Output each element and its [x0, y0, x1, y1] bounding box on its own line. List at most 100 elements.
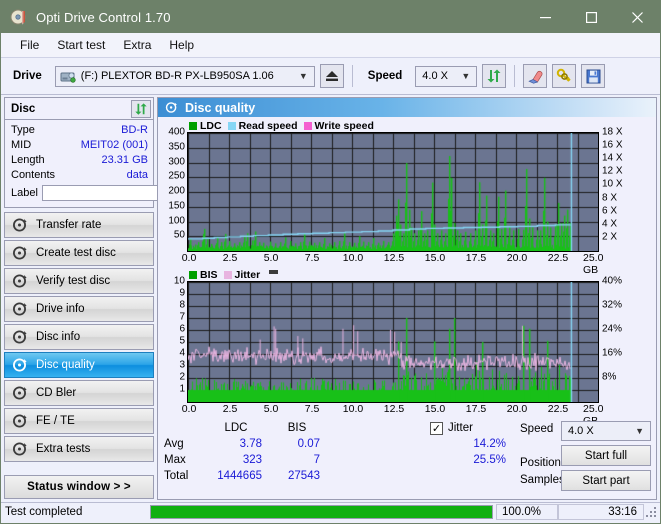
x-tick-label: 2.5 [222, 252, 238, 264]
stats-row-label-total: Total [164, 470, 189, 482]
ldc-plot-area[interactable] [187, 132, 599, 252]
maximize-button[interactable] [568, 1, 614, 33]
start-full-button[interactable]: Start full [561, 445, 651, 466]
disc-test-icon [12, 413, 28, 429]
sidebar-item-verify-test-disc[interactable]: Verify test disc [4, 268, 154, 294]
menu-start-test[interactable]: Start test [48, 35, 114, 55]
y2-tick-label: 40% [602, 275, 623, 287]
resize-grip[interactable] [644, 505, 658, 519]
disc-refresh-button[interactable] [131, 99, 151, 118]
panel-title: Disc quality [185, 100, 256, 115]
disc-quality-icon [165, 101, 178, 114]
speed-select[interactable]: 4.0 X ▼ [415, 65, 478, 87]
application-window: Opti Drive Control 1.70 File Start test … [0, 0, 661, 524]
disc-test-icon [12, 441, 28, 457]
y-tick-label: 300 [168, 156, 185, 167]
sidebar-item-disc-info[interactable]: Disc info [4, 324, 154, 350]
stats-max-bis: 7 [313, 454, 320, 466]
y2-tick-label: 16% [602, 347, 623, 359]
stats-total-bis: 27543 [288, 470, 320, 482]
jitter-checkbox[interactable]: ✓ [430, 421, 443, 435]
disc-test-icon [12, 385, 28, 401]
drive-select[interactable]: (F:) PLEXTOR BD-R PX-LB950SA 1.06 ▼ [54, 65, 315, 87]
disc-length-label: Length [11, 153, 45, 166]
ldc-x-axis: 0.0 2.5 5.0 7.5 10.0 12.5 15.0 17.5 20.0 22.5 25.0… [182, 252, 631, 276]
y-tick-label: 10 [173, 275, 185, 287]
disc-test-icon [12, 329, 28, 345]
bis-plot-area[interactable] [187, 281, 599, 403]
bis-y-axis-right: 8% 16% 24% 32% 40% [599, 276, 652, 401]
speed-label: Speed [367, 70, 403, 82]
stats-total-ldc: 1444665 [217, 470, 262, 482]
disc-quality-header: Disc quality [158, 98, 656, 117]
legend-swatch [223, 270, 232, 279]
bis-x-axis: 0.0 2.5 5.0 7.5 10.0 12.5 15.0 17.5 20.0 22.5 25.0… [182, 403, 631, 427]
jitter-label: Jitter [448, 422, 473, 434]
sidebar-item-label: FE / TE [36, 415, 75, 427]
ldc-chart-legend: LDC Read speed Write speed [161, 119, 652, 132]
status-bar: Test completed 100.0% 33:16 [1, 502, 660, 521]
sidebar-item-extra-tests[interactable]: Extra tests [4, 436, 154, 462]
chevron-down-icon: ▼ [635, 426, 644, 436]
save-button[interactable] [581, 64, 606, 88]
x-tick-label: 12.5 [383, 403, 405, 415]
status-window-button[interactable]: Status window > > [4, 475, 154, 499]
bis-y-axis-left: 1 2 3 4 5 6 7 8 9 10 [161, 276, 187, 401]
sidebar: Disc Type BD-R MID MEIT02 (001) Length 2… [1, 95, 246, 502]
charts-container: LDC Read speed Write speed 50 100 150 20… [158, 117, 656, 428]
minimize-button[interactable] [522, 1, 568, 33]
disc-panel-header: Disc [5, 98, 153, 120]
drive-select-value: (F:) PLEXTOR BD-R PX-LB950SA 1.06 [80, 70, 274, 82]
sidebar-item-label: Create test disc [36, 247, 116, 259]
sidebar-item-drive-info[interactable]: Drive info [4, 296, 154, 322]
sidebar-item-disc-quality[interactable]: Disc quality [4, 352, 154, 378]
ldc-y-axis-right: 2 X4 X6 X8 X 10 X 12 X 14 X 16 X 18 X [599, 127, 652, 250]
jitter-avg-value: 14.2% [473, 438, 506, 450]
y2-tick-label: 8% [602, 371, 617, 383]
y2-tick-label: 12 X [602, 165, 623, 177]
disc-type-label: Type [11, 123, 35, 136]
disc-mid-value: MEIT02 (001) [80, 138, 148, 151]
disc-properties: Type BD-R MID MEIT02 (001) Length 23.31 … [5, 120, 246, 207]
refresh-button[interactable] [482, 64, 507, 88]
stats-row-label-max: Max [164, 454, 186, 466]
status-message: Test completed [5, 506, 83, 518]
disc-row-type: Type BD-R [11, 122, 148, 137]
disc-test-icon [12, 273, 28, 289]
y-tick-label: 100 [168, 215, 185, 226]
chevron-down-icon: ▼ [298, 71, 308, 81]
y-tick-label: 2 [179, 371, 185, 383]
sidebar-item-label: Verify test disc [36, 275, 111, 287]
sidebar-item-fe-te[interactable]: FE / TE [4, 408, 154, 434]
sidebar-item-transfer-rate[interactable]: Transfer rate [4, 212, 154, 238]
y-tick-label: 150 [168, 200, 185, 212]
y-tick-label: 3 [179, 359, 185, 371]
sidebar-item-label: Extra tests [36, 443, 91, 455]
eject-button[interactable] [319, 64, 344, 88]
sidebar-item-cd-bler[interactable]: CD Bler [4, 380, 154, 406]
x-tick-label: 5.0 [263, 403, 279, 415]
eraser-button[interactable] [523, 64, 548, 88]
legend-item-ldc: LDC [189, 120, 222, 132]
jitter-toggle[interactable]: ✓ Jitter [424, 421, 510, 435]
menu-extra[interactable]: Extra [114, 35, 160, 55]
x-tick-label: 15.0 [424, 403, 446, 415]
disc-test-icon [12, 301, 28, 317]
y-tick-label: 9 [179, 287, 185, 299]
test-speed-select[interactable]: 4.0 X ▼ [561, 421, 651, 441]
menu-help[interactable]: Help [160, 35, 203, 55]
legend-marker-icon [269, 270, 279, 274]
sidebar-item-create-test-disc[interactable]: Create test disc [4, 240, 154, 266]
y2-tick-label: 4 X [602, 218, 618, 230]
nav-list: Transfer rate Create test disc Verify te… [4, 212, 154, 462]
y-tick-label: 200 [168, 185, 185, 197]
close-button[interactable] [614, 1, 660, 33]
y2-tick-label: 18 X [602, 126, 623, 138]
keys-button[interactable] [552, 64, 577, 88]
legend-item-read-speed: Read speed [227, 120, 298, 132]
start-part-button[interactable]: Start part [561, 470, 651, 491]
speed-select-value: 4.0 X [422, 70, 448, 82]
sidebar-item-label: Disc quality [36, 359, 95, 371]
menu-file[interactable]: File [11, 35, 48, 55]
toolbar: Drive (F:) PLEXTOR BD-R PX-LB950SA 1.06 … [1, 58, 660, 95]
